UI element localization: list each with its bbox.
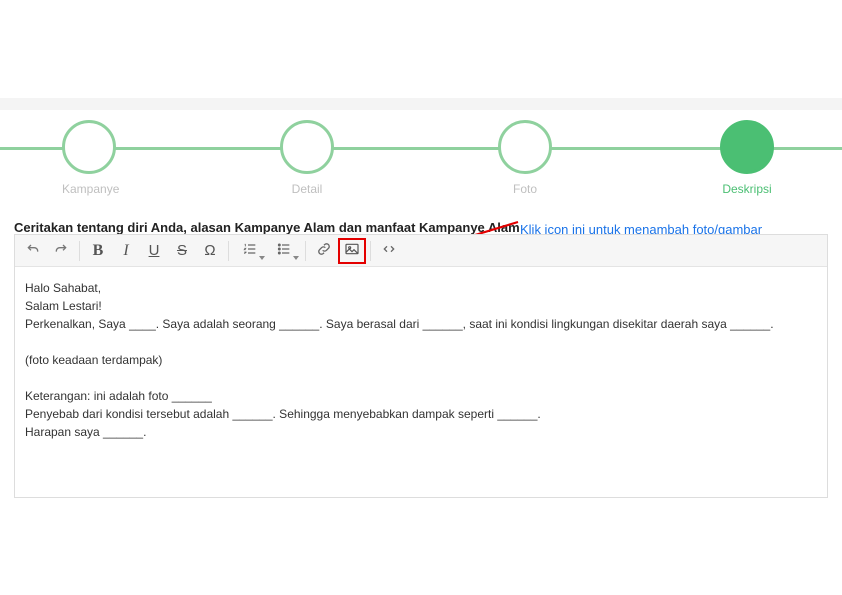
numbered-list-button[interactable] [233, 238, 267, 264]
special-char-button[interactable]: Ω [196, 238, 224, 264]
bullet-list-button[interactable] [267, 238, 301, 264]
toolbar-separator [305, 241, 306, 261]
step-label: Deskripsi [720, 182, 774, 196]
underline-icon: U [149, 242, 160, 259]
step-circle [720, 120, 774, 174]
editor-toolbar: B I U S Ω [15, 235, 827, 267]
strike-button[interactable]: S [168, 238, 196, 264]
step-circle [498, 120, 552, 174]
editor-content-area[interactable]: Halo Sahabat, Salam Lestari! Perkenalkan… [15, 267, 827, 497]
step-circle [280, 120, 334, 174]
underline-button[interactable]: U [140, 238, 168, 264]
bold-button[interactable]: B [84, 238, 112, 264]
toolbar-separator [228, 241, 229, 261]
insert-image-button[interactable] [338, 238, 366, 264]
ordered-list-icon [242, 241, 258, 260]
chevron-down-icon [259, 256, 265, 260]
chevron-down-icon [293, 256, 299, 260]
step-detail[interactable]: Detail [280, 120, 334, 196]
italic-icon: I [123, 242, 128, 260]
code-icon [381, 241, 397, 260]
toolbar-separator [79, 241, 80, 261]
undo-icon [25, 241, 41, 260]
source-button[interactable] [375, 238, 403, 264]
italic-button[interactable]: I [112, 238, 140, 264]
step-label: Detail [280, 182, 334, 196]
unordered-list-icon [276, 241, 292, 260]
step-foto[interactable]: Foto [498, 120, 552, 196]
undo-button[interactable] [19, 238, 47, 264]
section-heading: Ceritakan tentang diri Anda, alasan Kamp… [14, 220, 520, 235]
step-kampanye[interactable]: Kampanye [62, 120, 116, 196]
rich-text-editor: B I U S Ω [14, 234, 828, 498]
image-icon [344, 241, 360, 260]
step-deskripsi[interactable]: Deskripsi [720, 120, 774, 196]
top-band [0, 98, 842, 110]
step-label: Foto [498, 182, 552, 196]
step-line [0, 147, 842, 150]
link-button[interactable] [310, 238, 338, 264]
stepper: Kampanye Detail Foto Deskripsi [0, 120, 842, 200]
toolbar-separator [370, 241, 371, 261]
link-icon [316, 241, 332, 260]
step-label: Kampanye [62, 182, 116, 196]
step-circle [62, 120, 116, 174]
redo-icon [53, 241, 69, 260]
omega-icon: Ω [204, 242, 215, 259]
strike-icon: S [177, 242, 187, 259]
bold-icon: B [93, 242, 104, 260]
redo-button[interactable] [47, 238, 75, 264]
